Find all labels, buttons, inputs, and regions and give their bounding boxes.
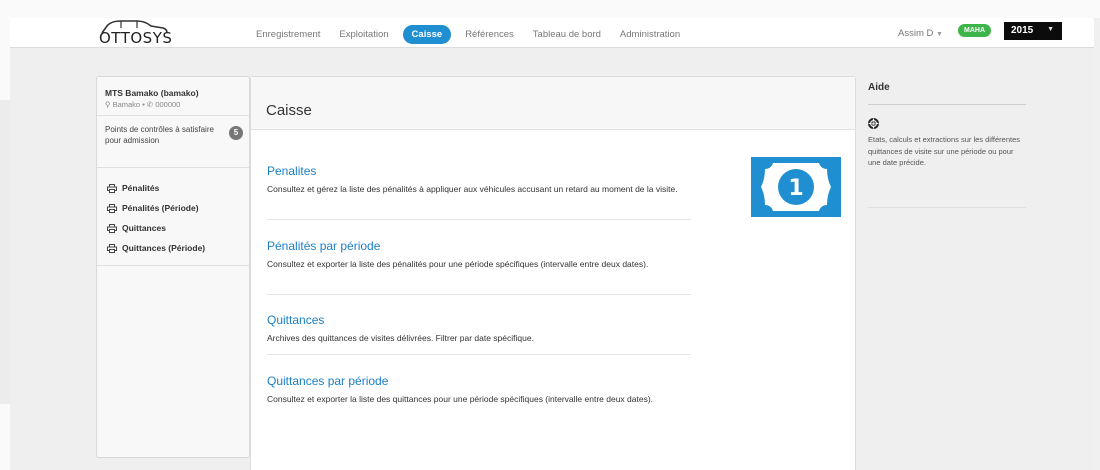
user-name: Assim D bbox=[898, 28, 934, 39]
list-item: Quittances Archives des quittances de vi… bbox=[267, 313, 691, 344]
entry-divider bbox=[267, 294, 691, 295]
org-name: MTS Bamako (bamako) bbox=[105, 88, 199, 98]
chevron-down-icon: ▼ bbox=[936, 31, 943, 38]
logo[interactable]: OTTOSYS bbox=[99, 20, 173, 47]
sidebar-divider bbox=[97, 167, 249, 168]
caret-down-icon: ▼ bbox=[1047, 26, 1054, 33]
printer-icon bbox=[107, 203, 117, 213]
printer-icon bbox=[107, 243, 117, 253]
year-selector[interactable]: 2015 ▼ bbox=[1004, 22, 1062, 40]
entry-link-quittances[interactable]: Quittances bbox=[267, 313, 691, 327]
top-navbar: OTTOSYS Enregistrement Exploitation Cais… bbox=[10, 18, 1094, 48]
help-divider bbox=[868, 207, 1026, 208]
sidebar-item-quittances[interactable]: Quittances bbox=[107, 218, 205, 238]
year-value: 2015 bbox=[1011, 25, 1034, 36]
sidebar-item-label: Quittances bbox=[122, 223, 166, 233]
nav-enregistrement[interactable]: Enregistrement bbox=[256, 26, 320, 43]
entry-link-penalites[interactable]: Penalites bbox=[267, 164, 691, 178]
nav-caisse[interactable]: Caisse bbox=[402, 24, 452, 44]
sidebar: MTS Bamako (bamako) ⚲ Bamako • ✆ 000000 … bbox=[96, 76, 250, 458]
center-badge[interactable]: MAHA bbox=[958, 24, 991, 37]
sidebar-divider bbox=[97, 265, 249, 266]
nav-exploitation[interactable]: Exploitation bbox=[339, 26, 388, 43]
entry-divider bbox=[267, 219, 691, 220]
background-panel-right bbox=[1094, 18, 1100, 470]
points-count-badge[interactable]: 5 bbox=[229, 126, 243, 140]
nav-tableau-de-bord[interactable]: Tableau de bord bbox=[533, 26, 601, 43]
help-title: Aide bbox=[868, 82, 890, 93]
main-nav: Enregistrement Exploitation Caisse Référ… bbox=[256, 24, 699, 44]
help-divider bbox=[868, 104, 1026, 105]
sidebar-item-penalites[interactable]: Pénalités bbox=[107, 178, 205, 198]
entry-link-quittances-periode[interactable]: Quittances par période bbox=[267, 374, 691, 388]
org-phone: 000000 bbox=[155, 100, 181, 109]
svg-text:1: 1 bbox=[788, 176, 803, 201]
points-label: Points de contrôles à satisfaire pour ad… bbox=[105, 125, 214, 145]
user-menu[interactable]: Assim D ▼ bbox=[898, 28, 943, 39]
sidebar-item-quittances-periode[interactable]: Quittances (Période) bbox=[107, 238, 205, 258]
phone-icon: ✆ bbox=[146, 100, 154, 109]
printer-icon bbox=[107, 183, 117, 193]
printer-icon bbox=[107, 223, 117, 233]
entry-description: Consultez et exporter la liste des quitt… bbox=[267, 394, 654, 404]
page-title: Caisse bbox=[266, 102, 312, 119]
sidebar-item-label: Quittances (Période) bbox=[122, 243, 206, 253]
list-item: Quittances par période Consultez et expo… bbox=[267, 374, 691, 405]
nav-references[interactable]: Références bbox=[465, 26, 514, 43]
sidebar-item-label: Pénalités (Période) bbox=[122, 203, 199, 213]
entry-divider bbox=[267, 354, 691, 355]
help-text: Etats, calculs et extractions sur les di… bbox=[868, 135, 1021, 167]
entry-description: Consultez et gérez la liste des pénalité… bbox=[267, 184, 678, 194]
map-marker-icon: ⚲ bbox=[105, 100, 111, 109]
page: OTTOSYS Enregistrement Exploitation Cais… bbox=[10, 18, 1094, 470]
main-header: Caisse bbox=[251, 77, 855, 130]
org-location: Bamako bbox=[112, 100, 141, 109]
entry-description: Archives des quittances de visites déliv… bbox=[267, 333, 534, 343]
sidebar-menu: Pénalités Pénalités (Période) Quittances… bbox=[107, 178, 205, 258]
logo-text: OTTOSYS bbox=[99, 29, 173, 47]
sidebar-divider bbox=[97, 115, 249, 116]
org-contact: ⚲ Bamako • ✆ 000000 bbox=[105, 100, 180, 109]
nav-administration[interactable]: Administration bbox=[620, 26, 680, 43]
sidebar-item-label: Pénalités bbox=[122, 183, 160, 193]
main-panel: Caisse 1 Penalites Consultez et gérez la… bbox=[250, 76, 856, 470]
entry-link-penalites-periode[interactable]: Pénalités par période bbox=[267, 239, 691, 253]
list-item: Pénalités par période Consultez et expor… bbox=[267, 239, 691, 270]
money-bill-icon: 1 bbox=[751, 157, 841, 217]
entry-description: Consultez et exporter la liste des pénal… bbox=[267, 259, 649, 269]
list-item: Penalites Consultez et gérez la liste de… bbox=[267, 164, 691, 195]
sidebar-item-penalites-periode[interactable]: Pénalités (Période) bbox=[107, 198, 205, 218]
lifebuoy-icon bbox=[868, 116, 879, 134]
background-panel-left bbox=[0, 100, 10, 404]
